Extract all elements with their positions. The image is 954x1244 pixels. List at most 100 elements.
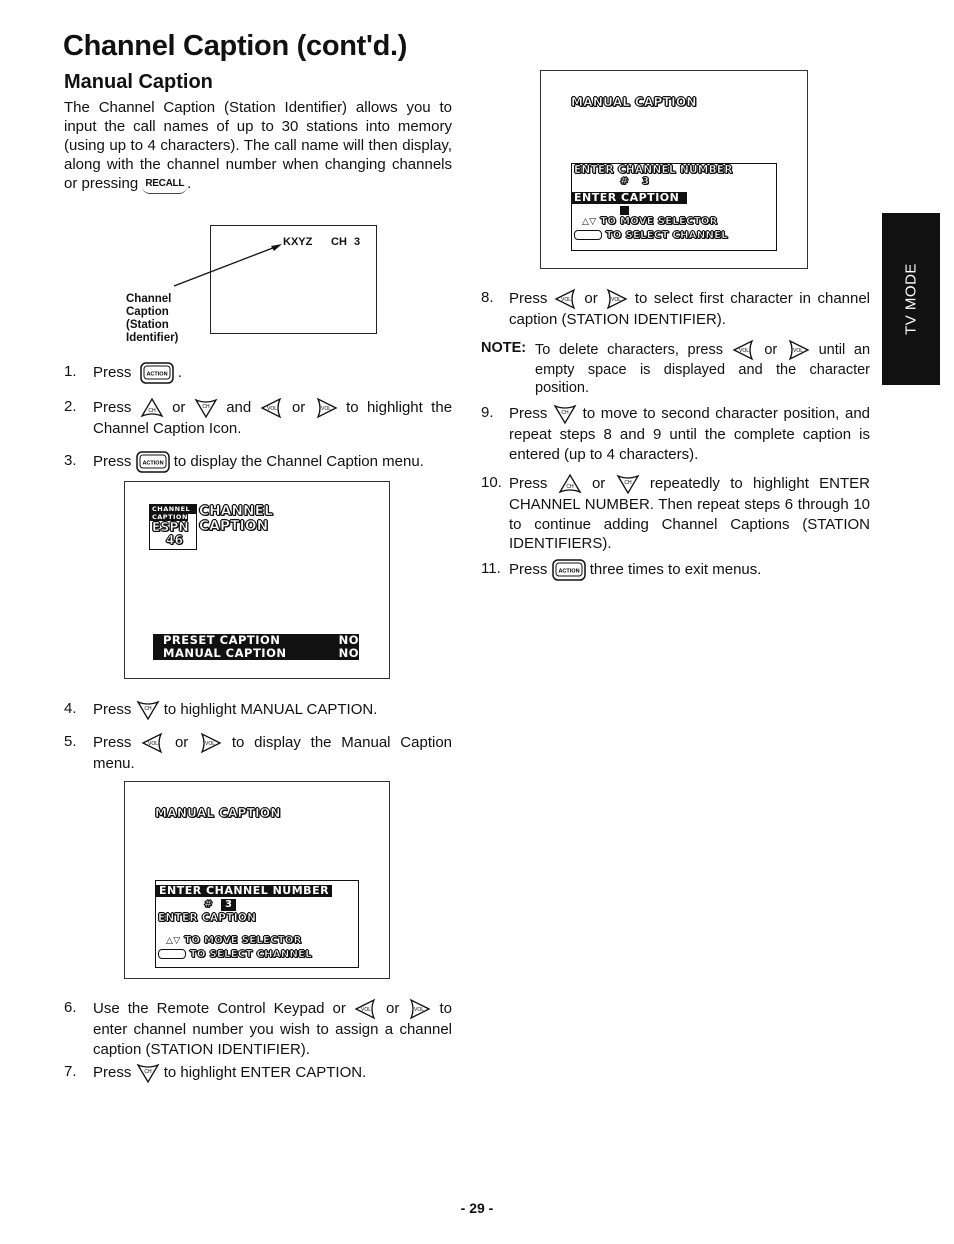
step-9: 9. Press CH to move to second character … bbox=[481, 403, 870, 464]
menu-heading: CHANNEL CAPTION bbox=[199, 503, 274, 534]
callout-line: Channel bbox=[126, 293, 172, 305]
caption-cursor-row bbox=[572, 206, 776, 215]
step-text: Press bbox=[93, 733, 132, 751]
volume-left-icon: VOL bbox=[732, 339, 756, 361]
volume-right-icon: VOL bbox=[604, 288, 628, 310]
step-number: 6. bbox=[64, 999, 77, 1016]
up-down-arrows-icon: △▽ bbox=[582, 217, 597, 227]
channel-down-icon: CH bbox=[135, 1062, 160, 1084]
left-right-keys-icon bbox=[158, 949, 186, 959]
callout-line: (Station bbox=[126, 319, 169, 331]
hint-select-channel: TO SELECT CHANNEL bbox=[572, 229, 776, 242]
step-10: 10. Press CH or CH repeatedly to highlig… bbox=[481, 473, 870, 554]
heading-line: CAPTION bbox=[199, 518, 269, 534]
channel-down-icon: CH bbox=[135, 699, 160, 721]
and-text: and bbox=[226, 398, 252, 416]
channel-down-icon: CH bbox=[616, 473, 640, 495]
entry-panel: ENTER CHANNEL NUMBER # 3 ENTER CAPTION △… bbox=[571, 163, 777, 251]
step-number: 2. bbox=[64, 398, 77, 415]
section-tab-label: TV MODE bbox=[902, 263, 920, 335]
step-text: three times to exit menus. bbox=[589, 560, 762, 578]
step-text: Press bbox=[93, 363, 132, 381]
intro-end: . bbox=[187, 175, 192, 192]
vol-key-label: VOL bbox=[739, 348, 749, 354]
hint-text: TO SELECT CHANNEL bbox=[189, 949, 312, 961]
step-text: Press bbox=[509, 560, 548, 578]
vol-key-label: VOL bbox=[361, 1007, 371, 1013]
channel-down-icon: CH bbox=[194, 397, 218, 419]
hint-text: TO MOVE SELECTOR bbox=[600, 216, 718, 228]
step-number: 10. bbox=[481, 474, 502, 491]
tv-screen-manual-caption-entry: MANUAL CAPTION ENTER CHANNEL NUMBER # 3 … bbox=[540, 70, 808, 269]
hash-symbol: # bbox=[620, 176, 629, 188]
step-number: 8. bbox=[481, 289, 494, 306]
channel-caption-icon: CHANNEL CAPTION ESPN 46 bbox=[149, 504, 197, 550]
or-text: or bbox=[291, 398, 306, 416]
note: NOTE: To delete characters, press VOL or… bbox=[481, 339, 870, 397]
step-number: 1. bbox=[64, 363, 77, 380]
channel-entry-row: # 3 bbox=[156, 899, 358, 912]
step-text: Press bbox=[509, 289, 548, 307]
step-text: Press bbox=[93, 700, 132, 718]
hint-text: TO MOVE SELECTOR bbox=[184, 935, 302, 947]
step-text: . bbox=[177, 363, 182, 381]
ch-key-label: CH bbox=[561, 410, 569, 416]
volume-left-icon: VOL bbox=[554, 288, 578, 310]
or-text: or bbox=[591, 474, 606, 492]
option-label: MANUAL CAPTION bbox=[163, 646, 287, 660]
pointer-arrow-icon bbox=[173, 244, 282, 287]
caption-cursor[interactable] bbox=[620, 206, 629, 215]
station-caption-text: KXYZ bbox=[283, 236, 313, 248]
step-number: 11. bbox=[481, 560, 501, 577]
ch-key-label: CH bbox=[144, 1069, 152, 1075]
intro-paragraph: The Channel Caption (Station Identifier)… bbox=[64, 98, 452, 194]
or-text: or bbox=[764, 341, 778, 358]
option-manual-caption[interactable]: MANUAL CAPTION NO bbox=[153, 647, 359, 660]
up-down-arrows-icon: △▽ bbox=[166, 936, 181, 946]
action-button-icon: ACTION bbox=[135, 451, 170, 473]
hint-text: TO SELECT CHANNEL bbox=[605, 230, 728, 242]
step-text: Press bbox=[509, 474, 548, 492]
vol-key-label: VOL bbox=[414, 1007, 424, 1013]
channel-value-text: 3 bbox=[642, 176, 650, 188]
hint-select-channel: TO SELECT CHANNEL bbox=[156, 948, 358, 961]
intro-text: The Channel Caption (Station Identifier)… bbox=[64, 99, 452, 192]
recall-button-icon: RECALL bbox=[142, 174, 188, 194]
channel-entry-row: # 3 bbox=[572, 176, 776, 188]
enter-caption-option[interactable]: ENTER CAPTION bbox=[572, 192, 688, 204]
enter-channel-number-option[interactable]: ENTER CHANNEL NUMBER bbox=[572, 164, 776, 177]
vol-key-label: VOL bbox=[793, 348, 803, 354]
channel-number-text: CH 3 bbox=[331, 236, 361, 248]
volume-right-icon: VOL bbox=[786, 339, 810, 361]
hint-move-selector: △▽ TO MOVE SELECTOR bbox=[156, 934, 358, 948]
channel-value-field[interactable]: 3 bbox=[221, 899, 237, 911]
step-11: 11. Press ACTION three times to exit men… bbox=[481, 559, 870, 581]
note-text: To delete characters, press bbox=[535, 341, 724, 358]
entry-panel: ENTER CHANNEL NUMBER # 3 ENTER CAPTION △… bbox=[155, 880, 359, 968]
or-text: or bbox=[174, 733, 189, 751]
step-text: Press bbox=[93, 452, 132, 470]
heading-line: CHANNEL bbox=[199, 503, 274, 519]
diagram-callout-label: Channel Caption (Station Identifier) bbox=[126, 293, 178, 345]
enter-caption-option[interactable]: ENTER CAPTION bbox=[156, 912, 358, 925]
vol-key-label: VOL bbox=[561, 297, 571, 303]
enter-channel-number-option[interactable]: ENTER CHANNEL NUMBER bbox=[156, 885, 333, 897]
step-8: 8. Press VOL or VOL to select first char… bbox=[481, 288, 870, 330]
volume-right-icon: VOL bbox=[314, 397, 338, 419]
or-text: or bbox=[172, 398, 186, 416]
volume-left-icon: VOL bbox=[141, 732, 165, 754]
ch-key-label: CH bbox=[566, 484, 574, 490]
or-text: or bbox=[386, 999, 400, 1017]
menu-heading: MANUAL CAPTION bbox=[571, 95, 697, 110]
volume-right-icon: VOL bbox=[407, 998, 431, 1020]
channel-down-icon: CH bbox=[553, 403, 577, 425]
page-number: - 29 - bbox=[460, 1200, 494, 1216]
channel-up-icon: CH bbox=[558, 473, 582, 495]
ch-key-label: CH bbox=[624, 480, 632, 486]
hint-move-selector: △▽ TO MOVE SELECTOR bbox=[572, 215, 776, 229]
channel-up-icon: CH bbox=[140, 397, 164, 419]
step-number: 9. bbox=[481, 404, 494, 421]
action-key-label: ACTION bbox=[558, 569, 579, 575]
vol-key-label: VOL bbox=[267, 406, 277, 412]
action-button-icon: ACTION bbox=[139, 362, 174, 384]
